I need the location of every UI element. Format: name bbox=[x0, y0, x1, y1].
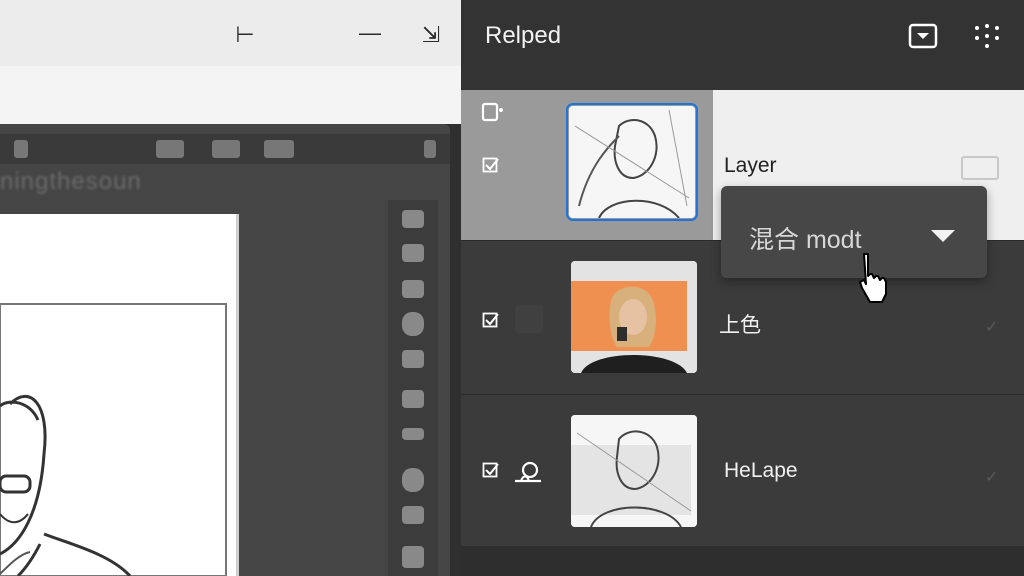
back-button[interactable]: ⊢ bbox=[230, 24, 260, 48]
brush-tool-icon[interactable] bbox=[402, 244, 424, 262]
user-icon[interactable] bbox=[14, 140, 28, 158]
drawing-toolbar bbox=[0, 134, 450, 164]
layer-row-helape[interactable]: HeLape ✓ bbox=[461, 394, 1024, 547]
visibility-check-icon[interactable] bbox=[482, 311, 500, 329]
expand-button[interactable]: ⇲ bbox=[416, 24, 446, 48]
sketch-portrait-icon bbox=[0, 303, 227, 576]
shape-tool-icon[interactable] bbox=[402, 312, 424, 336]
layer-options-toggle[interactable] bbox=[961, 156, 999, 180]
lasso-tool-icon[interactable] bbox=[402, 468, 424, 492]
hand-pointer-cursor-icon bbox=[859, 253, 887, 303]
visibility-check-icon[interactable] bbox=[482, 156, 500, 174]
lock-icon[interactable] bbox=[515, 305, 543, 333]
blend-mode-label: 混合 modt bbox=[749, 226, 862, 254]
colored-portrait-icon bbox=[571, 261, 697, 373]
layer-checkmark-icon: ✓ bbox=[985, 469, 999, 486]
layer-name: HeLape bbox=[724, 459, 798, 482]
layer-name: 上色 bbox=[719, 314, 761, 337]
save-icon[interactable] bbox=[402, 280, 424, 298]
layer-thumbnail[interactable] bbox=[571, 261, 697, 373]
fill-tool-icon[interactable] bbox=[402, 390, 424, 408]
blend-mode-dropdown[interactable]: 混合 modt bbox=[721, 186, 987, 278]
collapse-icon[interactable] bbox=[424, 140, 436, 158]
layer-thumbnail[interactable] bbox=[566, 103, 698, 221]
minimize-button[interactable]: — bbox=[355, 22, 385, 46]
layers-panel: Relped Layer 上色 ✓ HeLape ✓ 混合 modt bbox=[461, 0, 1024, 576]
brush-mask-icon[interactable] bbox=[513, 459, 543, 485]
pencil-sketch-portrait-icon bbox=[571, 415, 697, 527]
panel-title: Relped bbox=[485, 22, 562, 49]
pen-tool-icon[interactable] bbox=[402, 210, 424, 228]
transform-tool-icon[interactable] bbox=[402, 506, 424, 524]
document-title: ningthesoun bbox=[0, 168, 142, 195]
grid-dots-icon[interactable] bbox=[971, 20, 1003, 52]
layers-tool-icon[interactable] bbox=[402, 350, 424, 368]
window-titlebar: ⊢ — ⇲ bbox=[0, 0, 461, 66]
layer-name: Layer bbox=[724, 154, 777, 177]
drawing-canvas[interactable] bbox=[0, 214, 239, 576]
drawing-app-window: ningthesoun bbox=[0, 124, 450, 576]
tool-strip bbox=[388, 200, 438, 576]
layer-checkmark-icon: ✓ bbox=[985, 319, 999, 336]
dropdown-box-icon[interactable] bbox=[907, 20, 939, 52]
hand-tool-icon[interactable] bbox=[402, 546, 424, 568]
film-icon[interactable] bbox=[156, 140, 184, 158]
undo-icon[interactable] bbox=[212, 140, 240, 158]
layer-thumbnail[interactable] bbox=[571, 415, 697, 527]
chevron-down-icon[interactable] bbox=[931, 230, 955, 242]
panel-toggle-icon[interactable] bbox=[264, 140, 294, 158]
eraser-tool-icon[interactable] bbox=[402, 428, 424, 440]
visibility-check-icon[interactable] bbox=[482, 461, 500, 479]
panel-footer bbox=[461, 546, 1024, 576]
layer-mask-icon[interactable] bbox=[481, 102, 505, 122]
background-app-window: ⊢ — ⇲ ningthesoun bbox=[0, 0, 461, 576]
pencil-sketch-portrait-icon bbox=[569, 106, 695, 218]
address-bar bbox=[0, 66, 461, 124]
panel-header: Relped bbox=[461, 0, 1024, 90]
